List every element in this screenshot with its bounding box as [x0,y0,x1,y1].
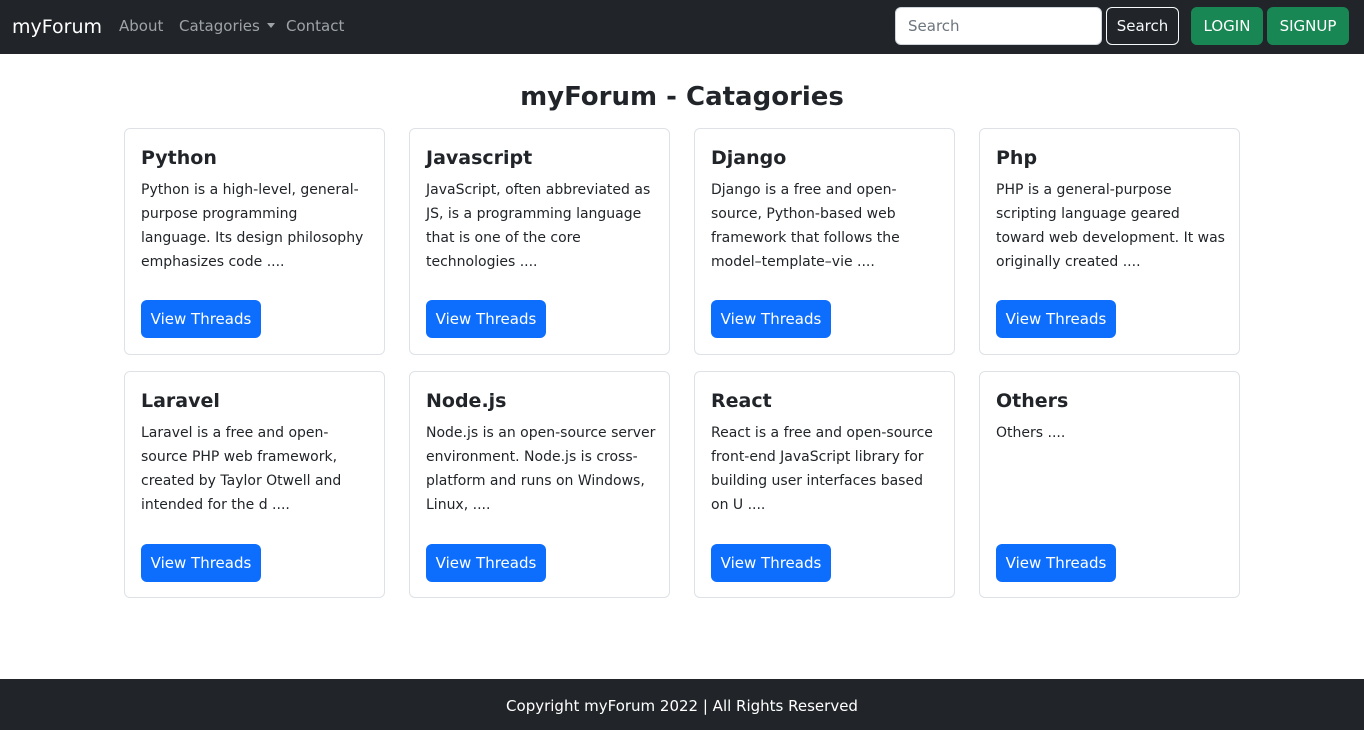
card-description: Laravel is a free and open-source PHP we… [141,425,342,513]
card-description: Python is a high-level, general-purpose … [141,182,364,270]
signup-button[interactable]: SIGNUP [1267,7,1349,45]
card-description: React is a free and open-source front-en… [711,425,933,513]
view-threads-button[interactable]: View Threads [141,544,261,582]
category-card-django: Django Django is a free and open-source,… [694,128,955,355]
page-title: myForum - Catagories [520,82,844,112]
footer-copyright: Copyright myForum 2022 | All Rights Rese… [506,697,858,715]
category-card-react: React React is a free and open-source fr… [694,371,955,598]
view-threads-button[interactable]: View Threads [996,544,1116,582]
view-threads-button[interactable]: View Threads [711,544,831,582]
card-title: Others [996,390,1069,412]
view-threads-button[interactable]: View Threads [996,300,1116,338]
login-button[interactable]: LOGIN [1191,7,1263,45]
category-card-php: Php PHP is a general-purpose scripting l… [979,128,1240,355]
card-title: Django [711,147,787,169]
card-title: Python [141,147,217,169]
brand-logo[interactable]: myForum [12,14,102,40]
card-description: PHP is a general-purpose scripting langu… [996,182,1225,270]
card-description: JavaScript, often abbreviated as JS, is … [426,182,651,270]
nav-link-contact[interactable]: Contact [286,16,344,37]
footer: Copyright myForum 2022 | All Rights Rese… [0,679,1364,730]
navbar: myForum About Catagories Contact Search … [0,0,1364,54]
nav-dropdown-catagories[interactable]: Catagories [179,16,275,37]
card-description: Node.js is an open-source server environ… [426,425,656,513]
view-threads-button[interactable]: View Threads [426,544,546,582]
card-title: Node.js [426,390,507,412]
nav-dropdown-label: Catagories [179,17,260,35]
view-threads-button[interactable]: View Threads [141,300,261,338]
category-card-others: Others Others .... View Threads [979,371,1240,598]
card-title: React [711,390,772,412]
view-threads-button[interactable]: View Threads [426,300,546,338]
nav-link-about[interactable]: About [119,16,163,37]
view-threads-button[interactable]: View Threads [711,300,831,338]
category-card-python: Python Python is a high-level, general-p… [124,128,385,355]
card-description: Others .... [996,425,1066,441]
category-card-nodejs: Node.js Node.js is an open-source server… [409,371,670,598]
search-button[interactable]: Search [1106,7,1179,45]
card-title: Laravel [141,390,220,412]
card-title: Php [996,147,1038,169]
search-input[interactable] [895,7,1102,45]
caret-down-icon [266,23,275,28]
card-title: Javascript [426,147,533,169]
category-card-laravel: Laravel Laravel is a free and open-sourc… [124,371,385,598]
category-card-javascript: Javascript JavaScript, often abbreviated… [409,128,670,355]
card-description: Django is a free and open-source, Python… [711,182,900,270]
